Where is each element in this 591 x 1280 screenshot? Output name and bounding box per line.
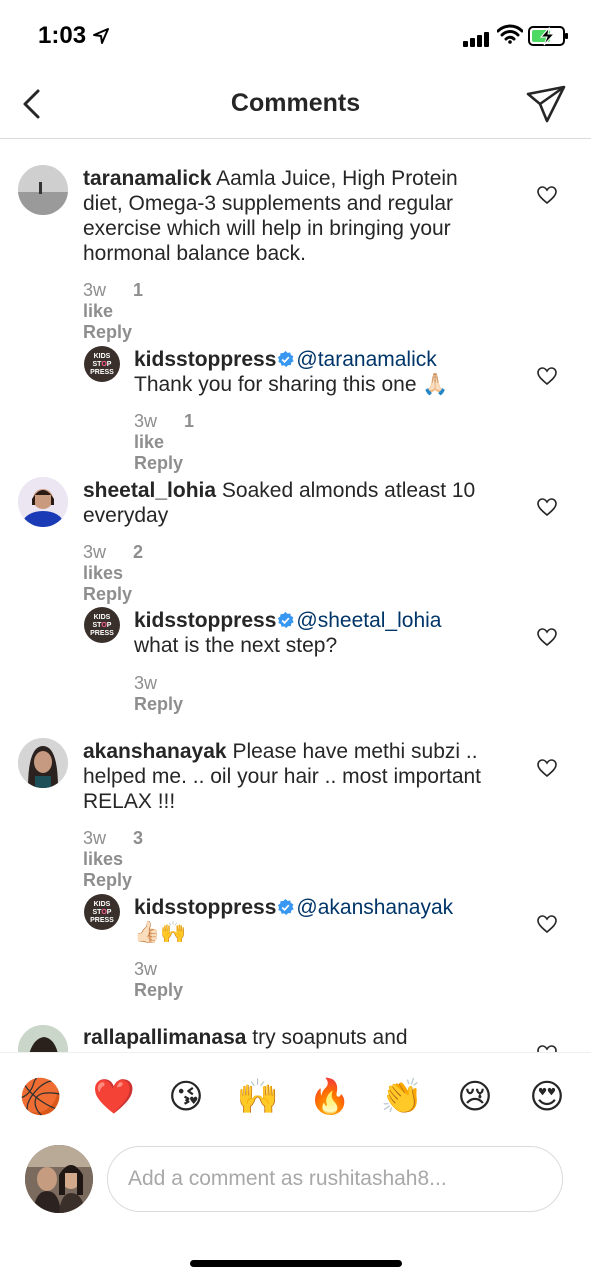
comment-text: rallapallimanasa try soapnuts and (83, 1025, 503, 1050)
raised-hands-emoji-button[interactable]: 🙌 (236, 1075, 280, 1119)
comment-username[interactable]: kidsstoppress (134, 609, 276, 632)
comment-time: 3w (83, 280, 107, 300)
crying-face-emoji-button[interactable]: 😢 (453, 1075, 497, 1119)
avatar[interactable] (18, 477, 68, 527)
comment-body: Thank you for sharing this one 🙏🏻 (134, 373, 449, 396)
comment-meta: 3w 2 likes Reply (83, 542, 154, 605)
current-user-avatar (25, 1145, 93, 1213)
comment-username[interactable]: sheetal_lohia (83, 479, 216, 502)
cellular-signal-icon (463, 29, 491, 47)
reply-button[interactable]: Reply (134, 453, 183, 473)
avatar[interactable] (18, 1025, 68, 1052)
like-heart-icon[interactable] (537, 1045, 557, 1052)
comment-meta: 3w 3 likes Reply (83, 828, 154, 891)
comment-username[interactable]: kidsstoppress (134, 896, 276, 919)
comment-text: akanshanayak Please have methi subzi .. … (83, 739, 503, 814)
like-heart-icon[interactable] (537, 759, 557, 777)
comment-meta: 3w 1 like Reply (134, 411, 205, 474)
comment-composer (0, 1140, 591, 1228)
reply-button[interactable]: Reply (134, 980, 183, 1000)
brand-avatar-line1: KIDS (93, 614, 111, 621)
comment-username[interactable]: rallapallimanasa (83, 1026, 246, 1049)
brand-avatar-line1: KIDS (93, 901, 111, 908)
brand-avatar-line3: PRESS (90, 630, 114, 637)
avatar[interactable]: KIDS STOP PRESS (84, 894, 120, 930)
comment-input[interactable] (107, 1146, 563, 1212)
comment-meta: 3w Reply (134, 959, 205, 1001)
avatar[interactable]: KIDS STOP PRESS (84, 607, 120, 643)
avatar[interactable] (18, 738, 68, 788)
verified-badge-icon (278, 351, 295, 368)
comment-body: 👍🏻🙌 (134, 921, 187, 944)
comment-text: kidsstoppress @akanshanayak 👍🏻🙌 (134, 895, 504, 945)
mention-link[interactable]: @akanshanayak (296, 896, 453, 919)
basketball-emoji-button[interactable]: 🏀 (19, 1075, 63, 1119)
brand-avatar-line2c: P (106, 622, 112, 629)
reply-button[interactable]: Reply (83, 584, 132, 604)
brand-avatar-line2c: P (106, 909, 112, 916)
comments-list[interactable]: taranamalick Aamla Juice, High Protein d… (0, 139, 591, 1052)
like-heart-icon[interactable] (537, 498, 557, 516)
like-heart-icon[interactable] (537, 186, 557, 204)
comment-meta: 3w 1 like Reply (83, 280, 154, 343)
comment-username[interactable]: akanshanayak (83, 740, 227, 763)
status-bar: 1:03 (0, 0, 591, 70)
reply-button[interactable]: Reply (134, 694, 183, 714)
comment-text: kidsstoppress @taranamalick Thank you for… (134, 347, 504, 397)
like-heart-icon[interactable] (537, 915, 557, 933)
comment-time: 3w (134, 411, 158, 431)
location-arrow-icon (93, 28, 109, 44)
battery-charging-icon (528, 26, 568, 46)
comment-username[interactable]: taranamalick (83, 167, 211, 190)
comment-body: try soapnuts and (252, 1026, 408, 1049)
verified-badge-icon (278, 899, 295, 916)
reply-button[interactable]: Reply (83, 870, 132, 890)
red-heart-emoji-button[interactable]: ❤️ (92, 1075, 136, 1119)
wifi-icon (497, 24, 523, 44)
comment-username[interactable]: kidsstoppress (134, 348, 276, 371)
comment-time: 3w (134, 959, 158, 979)
direct-message-button[interactable] (525, 84, 567, 124)
comment-time: 3w (83, 542, 107, 562)
like-heart-icon[interactable] (537, 628, 557, 646)
verified-badge-icon (278, 612, 295, 629)
heart-eyes-emoji-button[interactable]: 😍 (525, 1075, 569, 1119)
brand-avatar-line2c: P (106, 361, 112, 368)
brand-avatar-line1: KIDS (93, 353, 111, 360)
fire-emoji-button[interactable]: 🔥 (308, 1075, 352, 1119)
navigation-bar: Comments (0, 70, 591, 139)
comment-time: 3w (83, 828, 107, 848)
comment-time: 3w (134, 673, 158, 693)
kiss-face-emoji-button[interactable]: 😘 (164, 1075, 208, 1119)
page-title: Comments (230, 89, 361, 117)
comment-text: taranamalick Aamla Juice, High Protein d… (83, 166, 503, 266)
mention-link[interactable]: @taranamalick (296, 348, 436, 371)
avatar[interactable]: KIDS STOP PRESS (84, 346, 120, 382)
avatar[interactable] (18, 165, 68, 215)
like-heart-icon[interactable] (537, 367, 557, 385)
comment-meta: 3w Reply (134, 673, 205, 715)
comment-body: what is the next step? (134, 634, 338, 657)
comment-text: kidsstoppress @sheetal_lohia what is the … (134, 608, 504, 658)
brand-avatar-line3: PRESS (90, 369, 114, 376)
brand-avatar-line3: PRESS (90, 917, 114, 924)
reply-button[interactable]: Reply (83, 322, 132, 342)
comment-text: sheetal_lohia Soaked almonds atleast 10 … (83, 478, 503, 528)
mention-link[interactable]: @sheetal_lohia (296, 609, 441, 632)
status-time: 1:03 (38, 22, 87, 49)
quick-emoji-bar: 🏀 ❤️ 😘 🙌 🔥 👏 😢 😍 (0, 1052, 591, 1141)
clapping-hands-emoji-button[interactable]: 👏 (380, 1075, 424, 1119)
home-indicator[interactable] (190, 1260, 402, 1267)
